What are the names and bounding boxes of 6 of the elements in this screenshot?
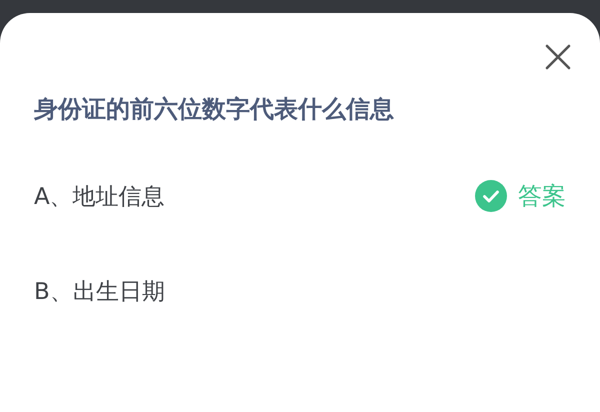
check-icon bbox=[475, 180, 507, 212]
close-icon[interactable] bbox=[545, 44, 571, 70]
option-text[interactable]: A、地址信息 bbox=[34, 180, 165, 212]
option-text[interactable]: B、出生日期 bbox=[34, 276, 165, 306]
question-text: 身份证的前六位数字代表什么信息 bbox=[34, 94, 395, 125]
answer-label: 答案 bbox=[518, 181, 566, 212]
